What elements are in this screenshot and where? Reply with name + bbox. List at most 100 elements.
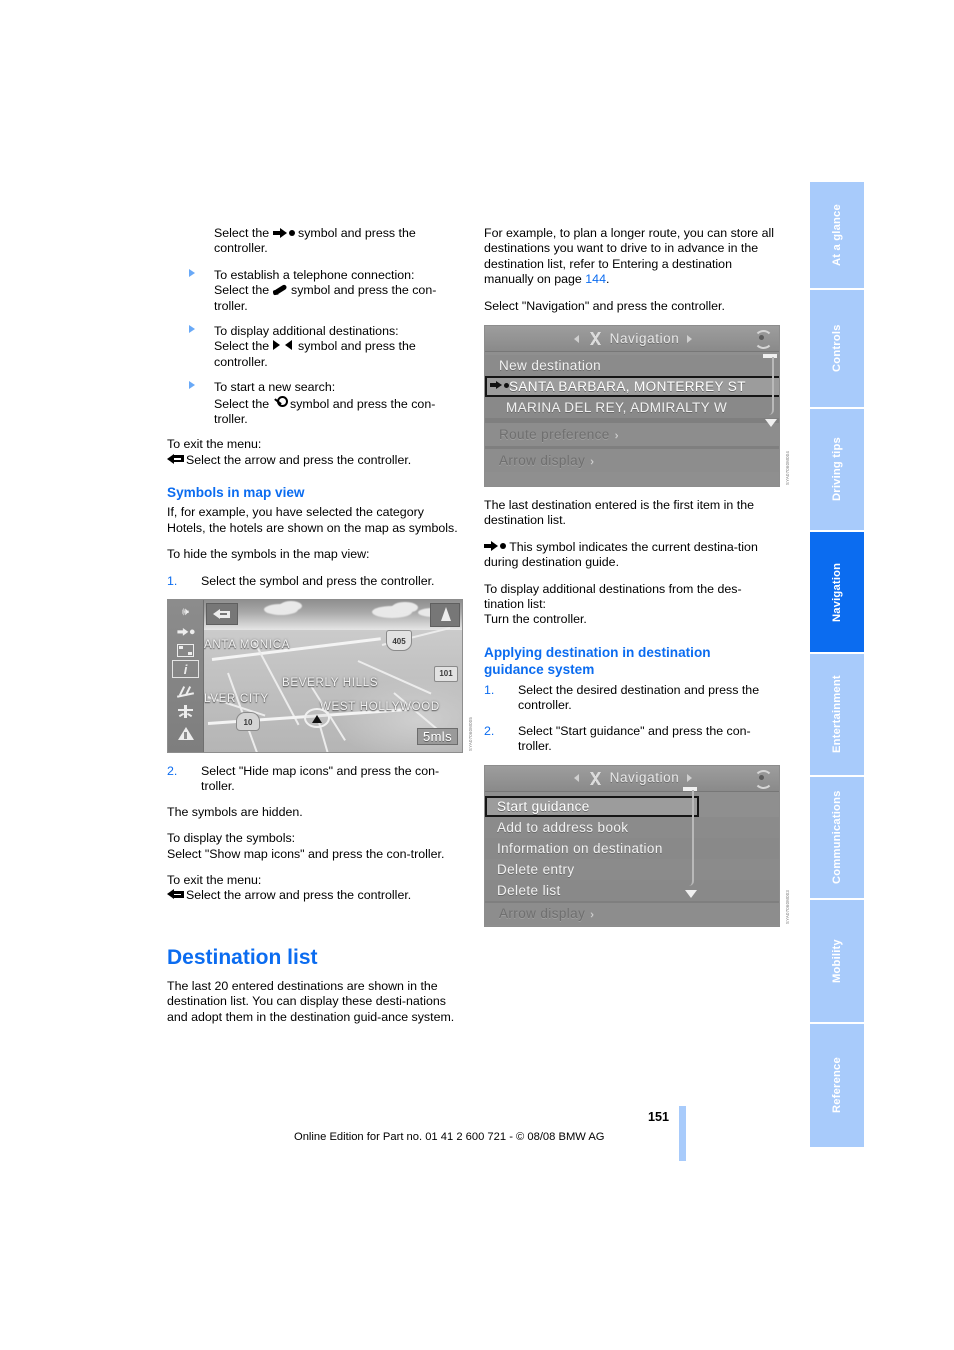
bullet-additional-destinations: To display additional destinations: Sele… [167,324,463,370]
exit-menu-label-2: To exit the menu: [167,872,262,887]
right-column: For example, to plan a longer route, you… [484,226,790,938]
destination-arrow-icon [490,380,509,390]
exit-menu-action-1: Select the arrow and press the controlle… [167,453,463,468]
triangle-bullet-icon [189,381,195,390]
list-item[interactable]: MARINA DEL REY, ADMIRALTY W [485,397,779,419]
last-destination-note: The last destination entered is the firs… [484,498,754,528]
sidebar-tab-label: At a glance [831,204,843,266]
manual-page: Select the symbol and press the controll… [0,0,954,1350]
highway-shield-10: 10 [236,711,260,731]
controller-knob-icon [754,330,773,350]
navigation-screenshot-2: Navigation Start guidance Add to address… [484,764,780,927]
chevron-right-icon: › [590,908,595,921]
list-item[interactable]: Add to address book [485,816,779,838]
step-text: Select the desired destination and press… [518,682,760,713]
navigation-screenshot-1: Navigation New destination SANTA BARBARA… [484,325,780,488]
sidebar-tab-mobility[interactable]: Mobility [810,900,864,1024]
step-number: 1. [484,682,495,697]
scrollbar[interactable] [763,354,777,428]
scrollbar[interactable] [683,786,697,898]
bullet-heading: To start a new search: [214,380,336,395]
step-number: 2. [167,763,178,778]
list-item[interactable]: Delete entry [485,858,779,880]
sidebar-tab-label: Driving tips [831,437,843,502]
map-back-button[interactable] [206,602,238,625]
footer-accent-bar [679,1106,686,1161]
footer-edition-text: Online Edition for Part no. 01 41 2 600 … [294,1131,605,1143]
left-column: Select the symbol and press the controll… [167,226,473,1036]
list-item[interactable]: New destination [485,355,779,377]
exit-menu-label-1: To exit the menu: [167,437,262,452]
current-destination-symbol-note: This symbol indicates the current destin… [484,539,758,570]
destination-list-paragraph: The last 20 entered destinations are sho… [167,978,455,1024]
destination-arrow-icon[interactable] [172,622,199,640]
sidebar-tab-reference[interactable]: Reference [810,1024,864,1149]
navigation-compass-icon [586,771,603,785]
intro-paragraph-b: Select "Navigation" and press the contro… [484,298,725,313]
figure-reference-code: SYA07060M005 [467,716,473,751]
idrive-title: Navigation [609,330,680,346]
idrive-header-1: Navigation [485,326,779,353]
symbols-paragraph: If, for example, you have selected the c… [167,505,458,535]
bullet-before: Select the [214,283,270,298]
info-icon[interactable]: i [172,659,199,678]
map-label-culver-city: LVER CITY [204,692,269,705]
sidebar-tab-controls[interactable]: Controls [810,290,864,409]
figure-reference-code: SYA07060M004 [784,450,790,486]
list-item[interactable]: Delete list [485,879,779,901]
idrive-header-2: Navigation [485,765,779,792]
section-tab-strip: At a glance Controls Driving tips Naviga… [810,182,864,1149]
map-screenshot: 405 101 10 ANTA MONICA BEVERLY HILLS LVE… [167,598,463,753]
list-item-selected[interactable]: SANTA BARBARA, MONTERREY ST [485,376,779,398]
sidebar-tab-label: Reference [831,1057,843,1114]
highway-shield-101: 101 [434,665,458,682]
sidebar-tab-driving-tips[interactable]: Driving tips [810,409,864,532]
list-item-arrow-display[interactable]: Arrow display › [485,902,779,925]
navigation-figure-1: Navigation New destination SANTA BARBARA… [484,325,790,488]
bullet-before: Select the [214,396,270,411]
applying-destination-heading: Applying destination in destination guid… [484,644,711,677]
sidebar-tab-label: Navigation [831,562,843,622]
idrive-title: Navigation [609,770,680,786]
chevron-left-icon[interactable] [573,334,579,343]
search-key-icon [273,395,288,409]
sidebar-tab-navigation[interactable]: Navigation [810,532,864,654]
intro-paragraph-a: For example, to plan a longer route, you… [484,226,774,287]
display-symbols-action: Select "Show map icons" and press the co… [167,846,445,861]
applying-step-1: 1. Select the desired destination and pr… [484,683,780,714]
highway-shield-405: 405 [386,629,412,651]
warning-triangle-icon[interactable] [172,724,199,742]
chevron-right-icon: › [614,430,619,443]
map-label-beverly-hills: BEVERLY HILLS [282,676,379,689]
chevron-right-icon[interactable] [687,334,693,343]
idrive-list-1: New destination SANTA BARBARA, MONTERREY… [485,354,779,428]
split-screen-icon[interactable] [172,641,199,659]
list-item-route-preference[interactable]: Route preference › [485,423,779,447]
triangle-bullet-icon [189,325,195,334]
sidebar-tab-label: Communications [831,790,843,885]
map-view-figure: 405 101 10 ANTA MONICA BEVERLY HILLS LVE… [167,598,473,753]
step-text: Select "Hide map icons" and press the co… [201,763,440,794]
destination-arrow-icon [272,227,295,238]
chevron-right-icon[interactable] [687,774,693,782]
page-reference-link[interactable]: 144 [585,272,606,286]
sidebar-tab-at-a-glance[interactable]: At a glance [810,182,864,290]
sidebar-tab-entertainment[interactable]: Entertainment [810,654,864,777]
phone-handset-icon [272,283,288,295]
map-compass-north-button[interactable] [430,602,460,627]
speaker-volume-icon[interactable]: 🕪 [172,603,199,621]
bullet-new-search: To start a new search: Select the symbol… [167,380,463,427]
idrive-list-2: Start guidance Add to address book Infor… [485,786,779,901]
route-icon[interactable] [172,682,199,700]
destination-list-heading: Destination list [167,945,318,969]
back-arrow-icon [167,453,184,465]
list-item-arrow-display[interactable]: Arrow display › [485,449,779,473]
list-item-selected[interactable]: Start guidance [485,795,699,817]
list-item[interactable]: Information on destination [485,837,779,859]
destination-arrow-icon [484,541,506,552]
display-symbols-intro: To display the symbols: [167,831,296,846]
step-number: 1. [167,573,178,588]
sidebar-tab-communications[interactable]: Communications [810,777,864,900]
intersection-icon[interactable] [172,702,199,720]
chevron-left-icon[interactable] [573,774,579,782]
